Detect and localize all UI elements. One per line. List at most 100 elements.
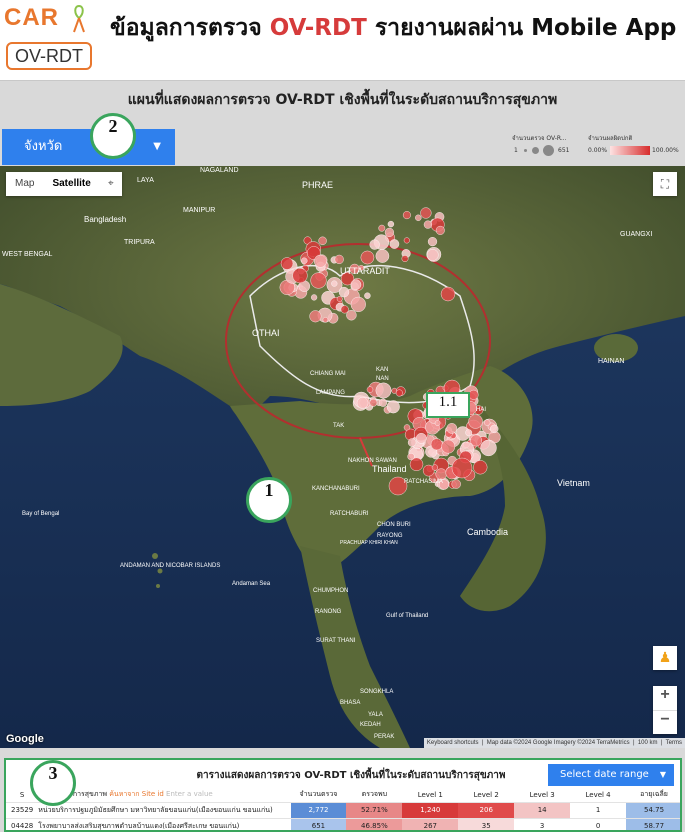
fullscreen-icon[interactable]: ⛶ (653, 172, 677, 196)
health-facility-bubble[interactable] (336, 295, 343, 302)
health-facility-bubble[interactable] (465, 429, 473, 437)
health-facility-bubble[interactable] (280, 257, 294, 270)
health-facility-bubble[interactable] (435, 225, 445, 235)
health-facility-bubble[interactable] (426, 249, 439, 261)
place-label-chumphon: CHUMPHON (313, 588, 348, 594)
health-facility-bubble[interactable] (331, 280, 338, 287)
place-label-guangxi: GUANGXI (620, 231, 652, 238)
health-facility-bubble[interactable] (375, 249, 390, 263)
health-facility-bubble[interactable] (415, 432, 427, 444)
health-facility-bubble[interactable] (375, 382, 392, 399)
health-facility-bubble[interactable] (386, 400, 400, 414)
chevron-down-icon: ▼ (659, 770, 666, 779)
legend-dot-large (543, 145, 554, 156)
callout-3: 3 (30, 760, 76, 806)
table-row[interactable]: 04428 โรงพยาบาลส่งเสริมสุขภาพตำบลบ้านแดง… (6, 817, 680, 830)
health-facility-bubble[interactable] (407, 453, 415, 461)
province-select[interactable]: จังหวัด ▼ (2, 129, 175, 165)
col-level-3[interactable]: Level 3 (514, 788, 570, 802)
health-facility-bubble[interactable] (423, 220, 433, 229)
site-id-filter-input[interactable]: Enter a value (166, 790, 213, 798)
health-facility-bubble[interactable] (387, 220, 395, 228)
health-facility-bubble[interactable] (427, 236, 438, 247)
col-level-2[interactable]: Level 2 (458, 788, 514, 802)
health-facility-bubble[interactable] (360, 250, 375, 265)
map-type-map-button[interactable]: Map (6, 172, 43, 196)
health-facility-bubble[interactable] (310, 272, 327, 289)
health-facility-bubble[interactable] (322, 317, 329, 323)
health-facility-bubble[interactable] (389, 239, 400, 249)
health-facility-bubble[interactable] (334, 254, 344, 265)
legend-pct-max: 100.00% (652, 147, 679, 154)
health-facility-bubble[interactable] (420, 207, 432, 219)
satellite-map[interactable]: NAGALAND MANIPUR Bangladesh TRIPURA WEST… (0, 166, 685, 748)
health-facility-bubble[interactable] (395, 389, 403, 397)
col-positive-pct[interactable]: ตรวจพบ (346, 788, 402, 802)
health-facility-bubble[interactable] (378, 224, 386, 232)
health-facility-bubble[interactable] (350, 279, 362, 290)
health-facility-bubble[interactable] (301, 257, 308, 264)
health-facility-bubble[interactable] (435, 468, 447, 480)
health-facility-bubble[interactable] (446, 423, 458, 434)
health-facility-bubble[interactable] (378, 398, 388, 407)
place-label-tak: TAK (333, 423, 344, 429)
health-facility-bubble[interactable] (415, 214, 422, 221)
health-facility-bubble[interactable] (402, 211, 411, 220)
place-label-chon-buri: CHON BURI (377, 522, 411, 528)
zoom-in-button[interactable]: + (653, 686, 677, 710)
health-facility-bubble[interactable] (431, 464, 439, 471)
select-date-range-button[interactable]: Select date range ▼ (548, 764, 674, 786)
health-facility-bubble[interactable] (384, 227, 395, 238)
health-facility-bubble[interactable] (473, 460, 488, 475)
health-facility-bubble[interactable] (470, 434, 482, 447)
col-level-1[interactable]: Level 1 (402, 788, 458, 802)
map-canvas[interactable]: NAGALAND MANIPUR Bangladesh TRIPURA WEST… (0, 166, 685, 748)
health-facility-bubble[interactable] (366, 386, 374, 393)
pegman-icon[interactable]: ♟ (653, 646, 677, 670)
place-label-kan: KAN (376, 367, 388, 373)
col-level-4[interactable]: Level 4 (570, 788, 626, 802)
site-id-filter-label: ค้นหาจาก Site id (109, 790, 164, 799)
place-label-phrae: PHRAE (302, 180, 333, 190)
keyboard-shortcuts-link[interactable]: Keyboard shortcuts (427, 740, 479, 746)
table-row[interactable]: 23529 หน่วยบริการปฐมภูมิมัธยศึกษา มหาวิท… (6, 801, 680, 818)
health-facility-bubble[interactable] (356, 397, 369, 409)
health-facility-bubble[interactable] (369, 398, 378, 407)
health-facility-bubble[interactable] (490, 424, 499, 434)
health-facility-bubble[interactable] (350, 296, 366, 313)
health-facility-bubble[interactable] (484, 419, 491, 426)
health-facility-bubble[interactable] (407, 438, 417, 447)
health-facility-bubble[interactable] (338, 286, 350, 298)
place-label-perak: PERAK (374, 734, 394, 740)
cell-level-4: 1 (570, 801, 627, 818)
health-facility-bubble[interactable] (468, 389, 479, 400)
health-facility-bubble[interactable] (440, 286, 456, 302)
health-facility-bubble[interactable] (403, 237, 410, 244)
callout-2: 2 (90, 113, 136, 159)
place-label-yala: YALA (368, 712, 383, 718)
terms-link[interactable]: Terms (666, 740, 682, 746)
col-test-count[interactable]: จำนวนตรวจ (291, 788, 347, 802)
health-facility-bubble[interactable] (441, 439, 456, 454)
map-type-satellite-button[interactable]: Satellite (43, 172, 99, 196)
health-facility-bubble[interactable] (451, 479, 461, 489)
health-facility-bubble[interactable] (318, 236, 327, 246)
health-facility-bubble[interactable] (292, 267, 308, 284)
zoom-out-button[interactable]: − (653, 711, 677, 735)
health-facility-bubble[interactable] (401, 255, 409, 263)
health-facility-bubble[interactable] (313, 254, 327, 268)
health-facility-bubble[interactable] (364, 292, 371, 299)
health-facility-bubble[interactable] (451, 457, 473, 479)
health-facility-bubble[interactable] (340, 305, 349, 314)
health-facility-bubble[interactable] (309, 310, 322, 323)
province-select-label: จังหวัด (24, 139, 63, 154)
health-facility-bubble[interactable] (430, 438, 443, 451)
health-facility-bubble[interactable] (468, 414, 483, 429)
health-facility-bubble[interactable] (480, 439, 497, 457)
health-facility-bubble[interactable] (434, 420, 441, 426)
map-pin-icon[interactable]: ⌖ (100, 172, 122, 196)
col-mean-age[interactable]: อายุเฉลี่ย (626, 788, 680, 802)
cell-level-2: 206 (458, 801, 515, 818)
health-facility-bubble[interactable] (369, 239, 380, 250)
health-facility-bubble[interactable] (311, 294, 318, 301)
